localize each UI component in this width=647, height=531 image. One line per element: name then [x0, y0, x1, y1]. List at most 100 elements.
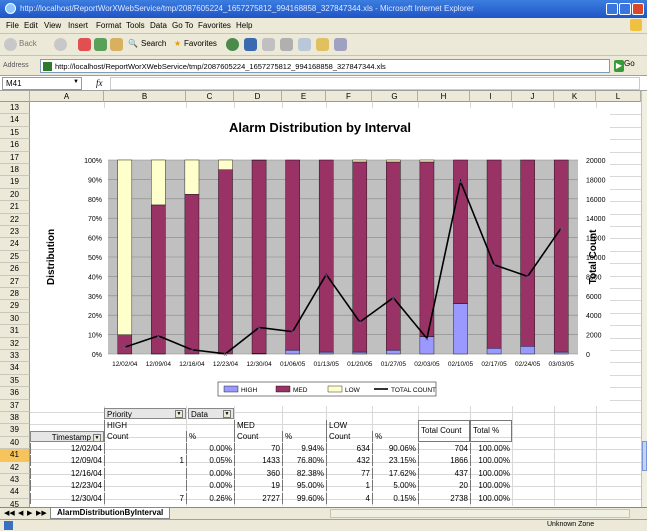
next-sheet-icon[interactable]: ▶	[27, 509, 32, 517]
row-header[interactable]: 43	[0, 474, 30, 487]
mail-icon[interactable]	[262, 38, 275, 51]
column-header-k[interactable]: K	[554, 91, 596, 102]
address-input[interactable]: http://localhost/ReportWorXWebService/tm…	[40, 59, 610, 73]
menu-favorites[interactable]: Favorites	[198, 21, 231, 30]
favorites-star-icon[interactable]: ★	[174, 39, 181, 48]
row-header[interactable]: 14	[0, 114, 30, 127]
column-header-l[interactable]: L	[596, 91, 641, 102]
search-button[interactable]: Search	[141, 39, 166, 48]
column-header-c[interactable]: C	[186, 91, 234, 102]
priority-dropdown-icon[interactable]: ▼	[175, 410, 183, 418]
back-button-label[interactable]: Back	[19, 39, 37, 48]
pivot-cell-mc: 1433	[234, 455, 282, 467]
print-icon[interactable]	[280, 38, 293, 51]
alarm-chart[interactable]: Alarm Distribution by Interval 0% 10% 20% 3…	[30, 108, 610, 406]
row-header[interactable]: 29	[0, 300, 30, 313]
messenger-icon[interactable]	[334, 38, 347, 51]
row-header[interactable]: 13	[0, 102, 30, 115]
pivot-data-field[interactable]: Data ▼	[188, 408, 234, 419]
maximize-button[interactable]	[619, 3, 631, 15]
history-icon[interactable]	[244, 38, 257, 51]
menu-format[interactable]: Format	[96, 21, 121, 30]
column-header-i[interactable]: I	[470, 91, 512, 102]
go-arrow-icon[interactable]: ▶	[614, 60, 624, 72]
horizontal-scrollbar[interactable]	[330, 509, 630, 518]
menu-file[interactable]: File	[6, 21, 19, 30]
pivot-cell-lc: 432	[326, 455, 372, 467]
row-header[interactable]: 34	[0, 362, 30, 375]
stop-icon[interactable]	[78, 38, 91, 51]
row-header[interactable]: 42	[0, 461, 30, 474]
timestamp-field[interactable]: Timestamp ▼	[30, 431, 104, 442]
select-all-corner[interactable]	[0, 91, 30, 102]
row-header[interactable]: 44	[0, 486, 30, 499]
column-header-a[interactable]: A	[30, 91, 104, 102]
column-header-g[interactable]: G	[372, 91, 418, 102]
row-header[interactable]: 17	[0, 151, 30, 164]
row-header[interactable]: 35	[0, 374, 30, 388]
prev-sheet-icon[interactable]: ◀	[18, 509, 23, 517]
close-button[interactable]	[632, 3, 644, 15]
menu-edit[interactable]: Edit	[24, 21, 38, 30]
discuss-icon[interactable]	[316, 38, 329, 51]
favorites-button[interactable]: Favorites	[184, 39, 217, 48]
scrollbar-thumb[interactable]	[642, 441, 647, 471]
row-header[interactable]: 30	[0, 312, 30, 326]
column-header-h[interactable]: H	[418, 91, 470, 102]
row-header[interactable]: 15	[0, 126, 30, 140]
menu-data[interactable]: Data	[150, 21, 167, 30]
row-header[interactable]: 28	[0, 288, 30, 301]
column-header-d[interactable]: D	[234, 91, 282, 102]
pivot-priority-field[interactable]: Priority ▼	[104, 408, 186, 419]
row-header[interactable]: 27	[0, 275, 30, 288]
refresh-icon[interactable]	[94, 38, 107, 51]
search-magnifier-icon[interactable]: 🔍	[128, 39, 138, 48]
menu-insert[interactable]: Insert	[68, 21, 88, 30]
formula-input[interactable]	[110, 77, 640, 90]
row-header[interactable]: 26	[0, 263, 30, 276]
row-header[interactable]: 20	[0, 188, 30, 202]
row-header[interactable]: 21	[0, 201, 30, 214]
row-header[interactable]: 16	[0, 139, 30, 152]
last-sheet-icon[interactable]: ▶▶	[36, 509, 47, 517]
row-header[interactable]: 25	[0, 250, 30, 264]
minimize-button[interactable]	[606, 3, 618, 15]
row-header[interactable]: 32	[0, 337, 30, 350]
timestamp-dropdown-icon[interactable]: ▼	[93, 433, 101, 441]
column-header-b[interactable]: B	[104, 91, 186, 102]
row-header[interactable]: 22	[0, 213, 30, 226]
row-header[interactable]: 40	[0, 436, 30, 450]
row-header[interactable]: 19	[0, 176, 30, 189]
row-header[interactable]: 18	[0, 164, 30, 177]
menu-goto[interactable]: Go To	[172, 21, 193, 30]
forward-arrow-icon[interactable]	[54, 38, 67, 51]
data-dropdown-icon[interactable]: ▼	[223, 410, 231, 418]
row-header[interactable]: 24	[0, 238, 30, 251]
row-header[interactable]: 37	[0, 399, 30, 412]
pivot-cell-mp: 9.94%	[282, 443, 326, 454]
row-header[interactable]: 33	[0, 350, 30, 363]
go-button[interactable]: Go	[624, 59, 635, 68]
chevron-down-icon[interactable]: ▼	[73, 79, 79, 85]
menu-help[interactable]: Help	[236, 21, 252, 30]
vertical-scrollbar[interactable]	[641, 91, 647, 507]
row-header[interactable]: 39	[0, 424, 30, 437]
column-header-e[interactable]: E	[282, 91, 326, 102]
column-header-j[interactable]: J	[512, 91, 554, 102]
column-header-f[interactable]: F	[326, 91, 372, 102]
menu-tools[interactable]: Tools	[126, 21, 145, 30]
row-header[interactable]: 36	[0, 387, 30, 400]
first-sheet-icon[interactable]: ◀◀	[4, 509, 15, 517]
row-header[interactable]: 41	[0, 449, 30, 462]
row-header[interactable]: 23	[0, 226, 30, 239]
menu-view[interactable]: View	[44, 21, 61, 30]
row-header[interactable]: 31	[0, 325, 30, 338]
name-box[interactable]: M41 ▼	[2, 77, 82, 90]
pivot-cell-tp: 100.00%	[470, 443, 512, 454]
home-icon[interactable]	[110, 38, 123, 51]
sheet-tab-alarm-distribution[interactable]: AlarmDistributionByInterval	[50, 508, 171, 519]
back-arrow-icon[interactable]	[4, 38, 17, 51]
row-header[interactable]: 38	[0, 412, 30, 425]
media-icon[interactable]	[226, 38, 239, 51]
edit-icon[interactable]	[298, 38, 311, 51]
